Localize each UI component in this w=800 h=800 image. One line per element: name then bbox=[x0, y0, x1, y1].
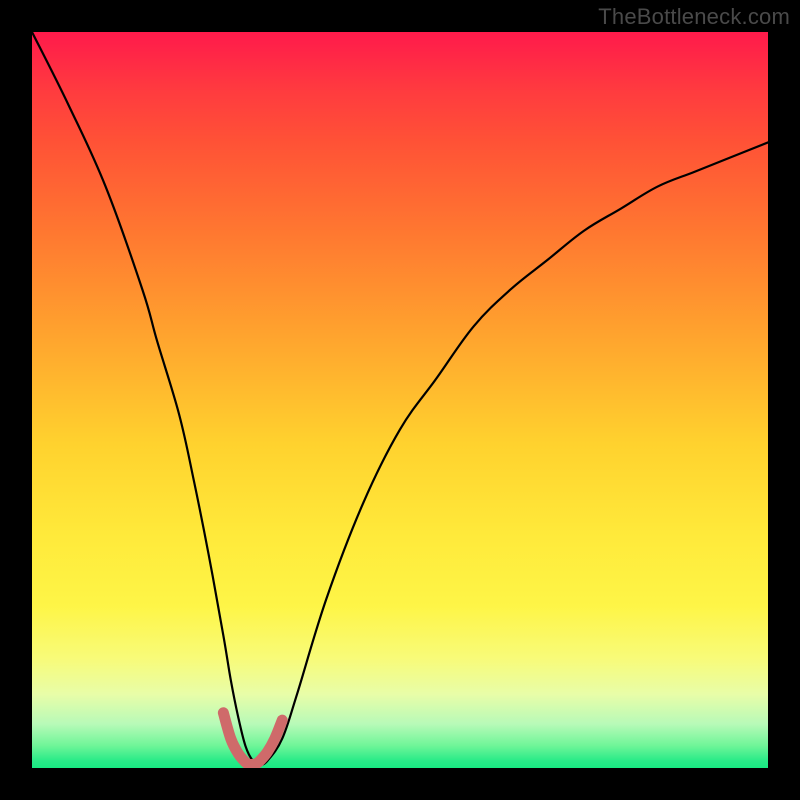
watermark-text: TheBottleneck.com bbox=[598, 4, 790, 30]
chart-frame: TheBottleneck.com bbox=[0, 0, 800, 800]
trough-highlight bbox=[223, 713, 282, 765]
curve-layer bbox=[32, 32, 768, 768]
plot-area bbox=[32, 32, 768, 768]
bottleneck-curve-main bbox=[32, 32, 768, 764]
